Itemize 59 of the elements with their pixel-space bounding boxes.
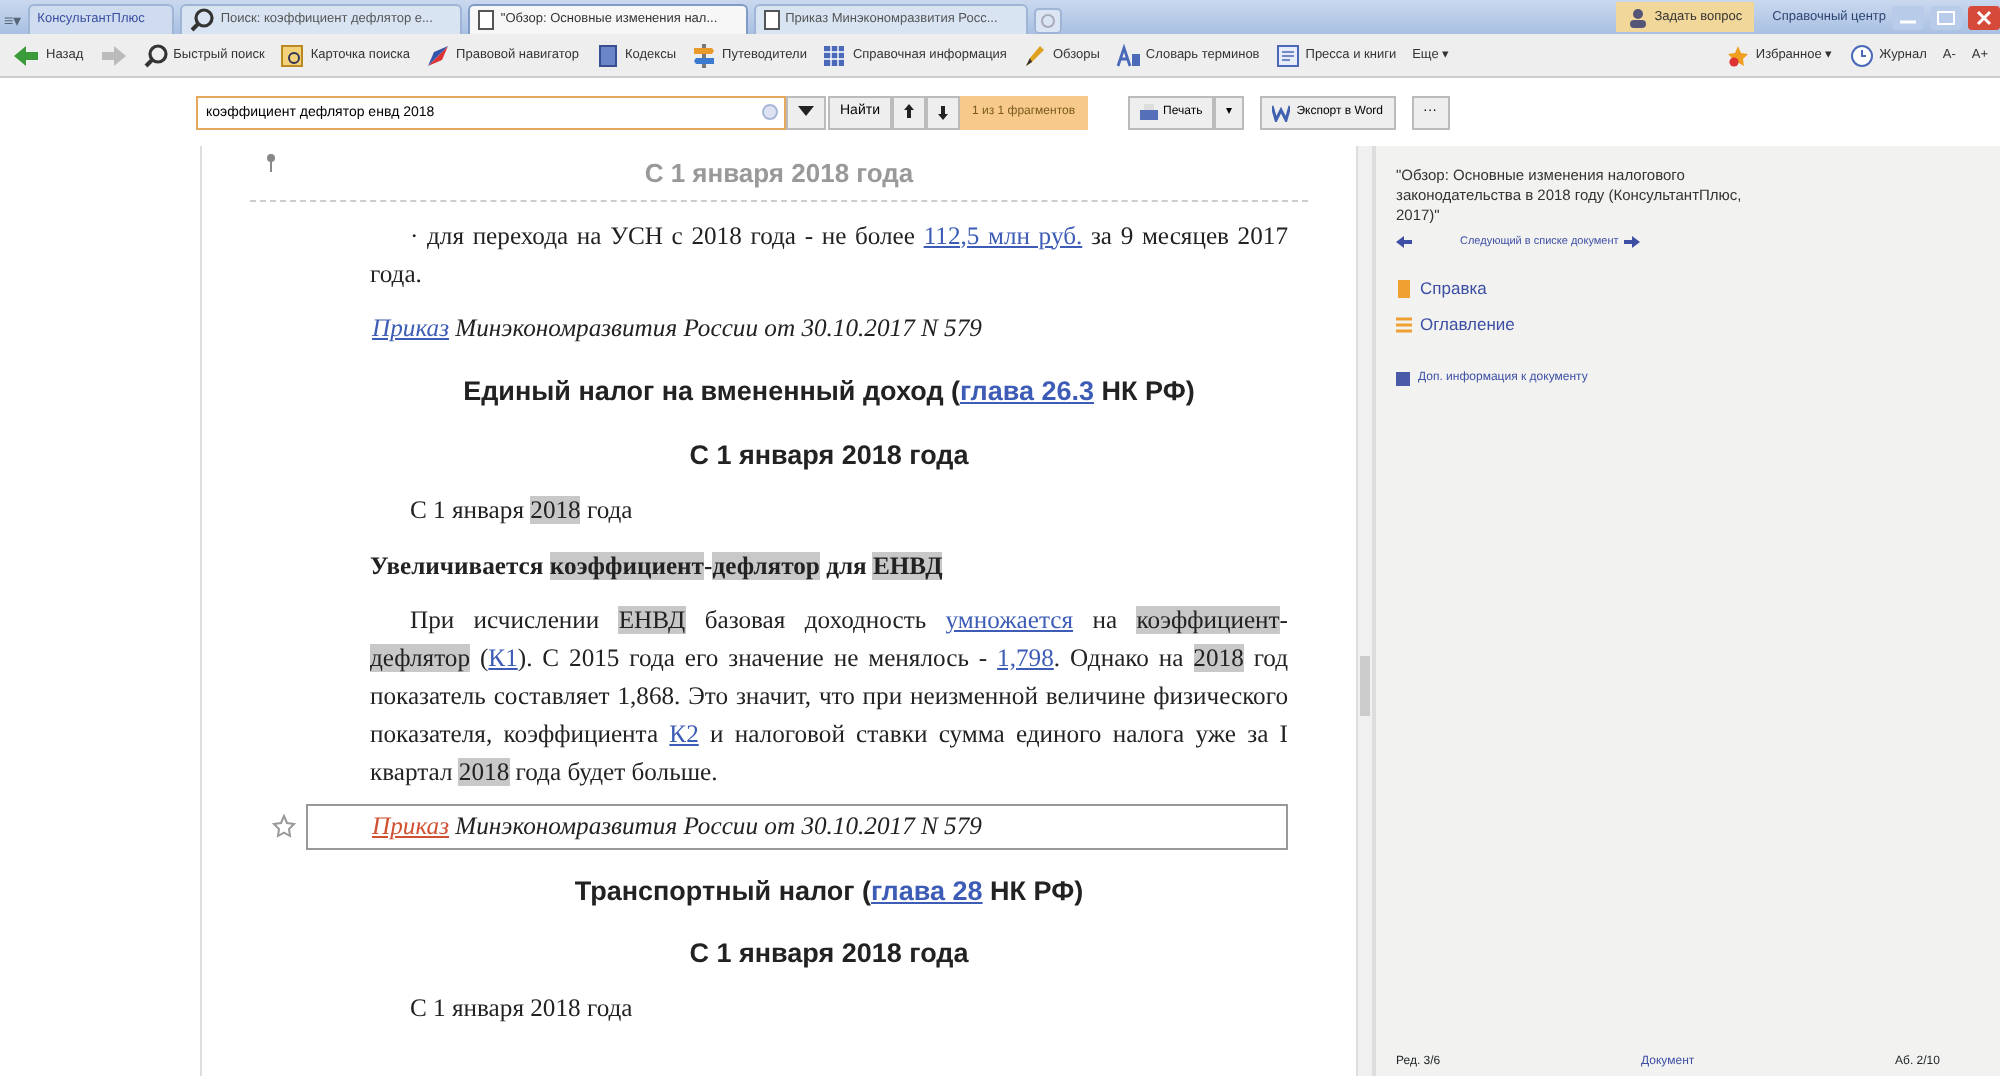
search-icon bbox=[190, 8, 215, 32]
link[interactable]: умножается bbox=[945, 605, 1074, 634]
section-heading: С 1 января 2018 года bbox=[687, 437, 971, 474]
link[interactable]: Приказ bbox=[372, 811, 449, 840]
panel-link[interactable]: Оглавление bbox=[1396, 312, 1980, 338]
section-heading: С 1 января 2018 года bbox=[687, 935, 971, 972]
section-heading: Единый налог на вмененный доход (глава 26.3 НК РФ) bbox=[461, 374, 1197, 411]
caret-icon bbox=[798, 106, 814, 118]
newspaper-icon bbox=[1275, 43, 1300, 67]
bookmark-star-icon bbox=[272, 813, 296, 838]
panel-link[interactable]: Справка bbox=[1396, 276, 1980, 302]
paragraph: · для перехода на УСН с 2018 года - не более 112,5 млн руб. за 9 месяцев 2017 года. bbox=[370, 219, 1288, 291]
arrow-down-icon bbox=[937, 104, 948, 120]
document-icon bbox=[763, 10, 780, 30]
note-icon bbox=[1396, 280, 1412, 299]
minimize-icon bbox=[1892, 5, 1924, 29]
letters-icon bbox=[1115, 43, 1140, 67]
new-tab-icon bbox=[1033, 8, 1062, 34]
next-button[interactable] bbox=[925, 95, 960, 129]
link[interactable]: К2 bbox=[669, 719, 699, 748]
pen-icon bbox=[1022, 43, 1047, 67]
dropdown-button[interactable] bbox=[786, 95, 826, 129]
signpost-icon bbox=[692, 43, 717, 67]
back-arrow-icon bbox=[12, 43, 40, 67]
previous-document-button[interactable] bbox=[1396, 236, 1412, 249]
section-heading: Транспортный налог (глава 28 НК РФ) bbox=[572, 873, 1086, 910]
printer-icon bbox=[1139, 103, 1158, 121]
clear-icon bbox=[762, 104, 778, 120]
reference-text: Приказ Минэкономразвития России от 30.10.2017 N 579 bbox=[372, 313, 982, 341]
paragraph: При исчислении ЕНВД базовая доходность умножается на коэффициент- дефлятор (К1). С 2015 года его значение не менялось - 1,798. Однако на 2018 год показатель составляет 1,868. Это значит, что при неизменной величине физического показателя, коэффициента К2 и налоговой ставки сумма единого налога уже за I квартал 2018 года будет больше. bbox=[370, 603, 1288, 790]
document-icon bbox=[478, 10, 495, 30]
card-icon bbox=[280, 43, 305, 67]
link[interactable]: 112,5 млн руб. bbox=[923, 221, 1083, 249]
clock-icon bbox=[1849, 43, 1874, 67]
previous-button[interactable] bbox=[891, 95, 926, 129]
link[interactable]: 1,798 bbox=[997, 643, 1054, 672]
arrow-up-icon bbox=[903, 104, 914, 120]
link[interactable]: глава 28 bbox=[871, 875, 983, 906]
word-icon bbox=[1272, 103, 1291, 121]
scrollbar[interactable] bbox=[1356, 146, 1372, 1076]
maximize-icon bbox=[1930, 5, 1962, 29]
arrow-right-icon bbox=[1624, 236, 1641, 249]
menu-button[interactable]: ≡▾ bbox=[4, 10, 22, 34]
info-icon bbox=[1396, 371, 1410, 386]
link[interactable]: Приказ bbox=[372, 313, 449, 341]
paragraph: С 1 января 2018 года bbox=[408, 493, 635, 528]
close-icon bbox=[1968, 5, 2000, 29]
reference-text: Приказ Минэкономразвития России от 30.10.2017 N 579 bbox=[372, 811, 982, 840]
person-icon bbox=[1628, 7, 1649, 27]
link[interactable]: глава 26.3 bbox=[960, 376, 1095, 407]
table-icon bbox=[822, 43, 847, 67]
link[interactable]: К1 bbox=[488, 643, 518, 672]
search-icon bbox=[143, 43, 168, 67]
paragraph-heading: Увеличивается коэффициент-дефлятор для ЕНВД bbox=[370, 549, 945, 584]
book-icon bbox=[595, 43, 619, 67]
list-icon bbox=[1396, 315, 1412, 334]
section-heading-text: С 1 января 2018 года bbox=[644, 158, 914, 188]
paragraph: С 1 января 2018 года bbox=[408, 992, 635, 1027]
star-icon bbox=[1725, 43, 1750, 67]
